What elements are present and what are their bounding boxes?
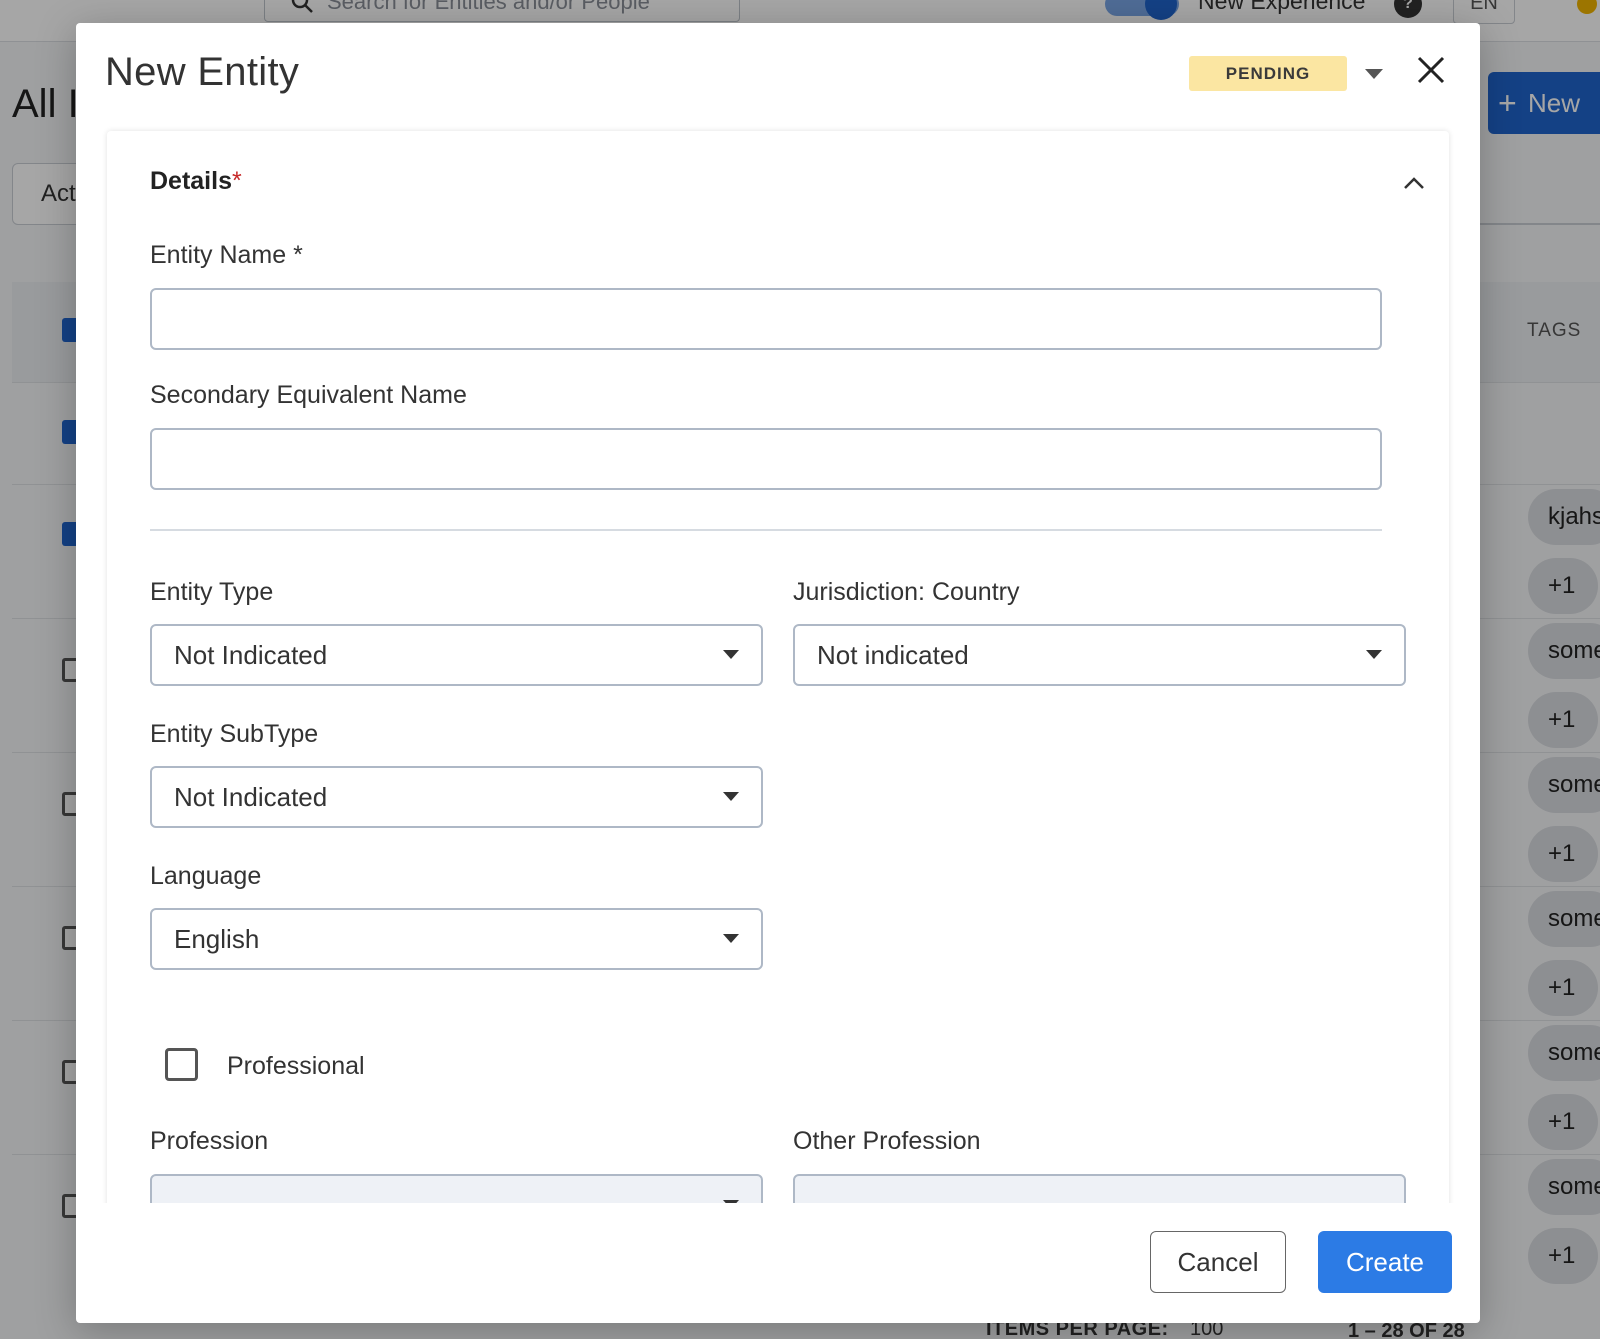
secondary-name-input[interactable] (150, 428, 1382, 490)
required-mark: * (231, 167, 242, 195)
jurisdiction-value: Not indicated (817, 640, 969, 670)
section-title-text: Details (150, 167, 232, 195)
entity-type-label: Entity Type (150, 578, 274, 606)
collapse-section-button[interactable] (1396, 167, 1432, 199)
dropdown-arrow-icon (723, 934, 739, 943)
entity-subtype-value: Not Indicated (174, 782, 328, 812)
new-entity-dialog: New Entity PENDING Details* Entity Name … (76, 23, 1480, 1323)
jurisdiction-label: Jurisdiction: Country (793, 578, 1020, 606)
section-divider (150, 529, 1382, 531)
section-title: Details* (150, 167, 242, 196)
dialog-scroll-area[interactable]: Details* Entity Name * Secondary Equival… (76, 23, 1480, 1203)
entity-subtype-label: Entity SubType (150, 720, 319, 748)
dropdown-arrow-icon (1366, 650, 1382, 659)
cancel-button[interactable]: Cancel (1150, 1231, 1286, 1293)
professional-label: Professional (227, 1052, 365, 1080)
jurisdiction-select[interactable]: Not indicated (793, 624, 1406, 686)
profession-select[interactable] (150, 1174, 763, 1203)
entity-type-select[interactable]: Not Indicated (150, 624, 763, 686)
profession-label: Profession (150, 1127, 269, 1155)
secondary-name-label: Secondary Equivalent Name (150, 381, 467, 409)
entity-name-label: Entity Name * (150, 241, 303, 269)
entity-name-input[interactable] (150, 288, 1382, 350)
create-button[interactable]: Create (1318, 1231, 1452, 1293)
other-profession-label: Other Profession (793, 1127, 981, 1155)
dropdown-arrow-icon (723, 1200, 739, 1203)
chevron-up-icon (1404, 177, 1424, 189)
professional-checkbox[interactable] (165, 1048, 198, 1081)
dropdown-arrow-icon (723, 650, 739, 659)
entity-subtype-select[interactable]: Not Indicated (150, 766, 763, 828)
entity-type-value: Not Indicated (174, 640, 328, 670)
language-label: Language (150, 862, 262, 890)
language-value: English (174, 924, 260, 954)
other-profession-input[interactable] (793, 1174, 1406, 1203)
language-select[interactable]: English (150, 908, 763, 970)
dropdown-arrow-icon (723, 792, 739, 801)
